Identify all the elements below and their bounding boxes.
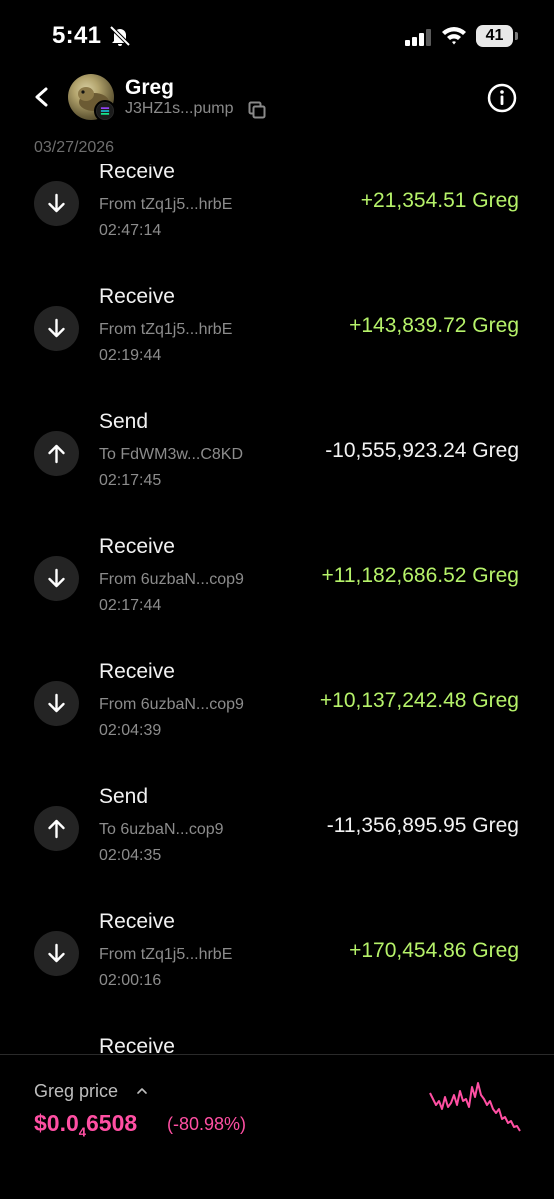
token-name: Greg bbox=[125, 76, 175, 99]
tx-type: Receive bbox=[99, 535, 175, 558]
price-label: Greg price bbox=[34, 1081, 119, 1101]
tx-time: 02:47:14 bbox=[99, 222, 162, 239]
tx-amount: -10,555,923.24 Greg bbox=[325, 439, 519, 462]
chevron-up-icon[interactable] bbox=[136, 1086, 148, 1096]
tx-party: From 6uzbaN...cop9 bbox=[99, 696, 244, 713]
arrow-down-icon bbox=[34, 181, 79, 226]
tx-time: 02:17:45 bbox=[99, 472, 162, 489]
price-change: (-80.98%) bbox=[167, 1114, 247, 1134]
price-subscript: 4 bbox=[78, 1124, 86, 1140]
arrow-down-glyph bbox=[48, 318, 65, 338]
arrow-up-icon bbox=[34, 431, 79, 476]
arrow-down-glyph bbox=[48, 193, 65, 213]
tx-party: From tZq1j5...hrbE bbox=[99, 946, 233, 963]
transaction-row[interactable]: Receive From tZq1j5...hrbE 02:47:14 +21,… bbox=[0, 160, 554, 283]
battery-indicator: 41 bbox=[476, 25, 518, 47]
copy-icon[interactable] bbox=[248, 101, 266, 119]
transaction-row[interactable]: Receive From 6uzbaN...cop9 02:04:39 +10,… bbox=[0, 658, 554, 783]
price-prefix: $0.0 bbox=[34, 1110, 79, 1136]
price-value: $0.046508 bbox=[34, 1110, 137, 1140]
arrow-down-icon bbox=[34, 681, 79, 726]
arrow-down-glyph bbox=[48, 693, 65, 713]
tx-amount: +143,839.72 Greg bbox=[349, 314, 519, 337]
bell-slash-icon bbox=[109, 25, 131, 47]
arrow-up-glyph bbox=[48, 444, 65, 464]
tx-type: Receive bbox=[99, 910, 175, 933]
tx-type: Receive bbox=[99, 660, 175, 683]
tx-time: 02:04:39 bbox=[99, 722, 162, 739]
price-panel[interactable]: Greg price $0.046508 (-80.98%) bbox=[0, 1054, 554, 1199]
tx-type: Send bbox=[99, 410, 149, 433]
back-button[interactable] bbox=[28, 82, 56, 112]
status-time: 5:41 bbox=[52, 22, 102, 49]
tx-type: Receive bbox=[99, 1035, 175, 1055]
solana-badge-icon bbox=[94, 100, 116, 122]
tx-party: To FdWM3w...C8KD bbox=[99, 446, 244, 463]
tx-amount: +170,454.86 Greg bbox=[349, 939, 519, 962]
arrow-up-glyph bbox=[48, 819, 65, 839]
price-sparkline bbox=[429, 1082, 521, 1132]
tx-party: To 6uzbaN...cop9 bbox=[99, 821, 224, 838]
wifi-icon bbox=[442, 27, 466, 45]
transaction-row[interactable]: Receive bbox=[0, 1033, 554, 1055]
arrow-down-glyph bbox=[48, 943, 65, 963]
tx-time: 02:04:35 bbox=[99, 847, 162, 864]
tx-party: From tZq1j5...hrbE bbox=[99, 196, 233, 213]
tx-time: 02:17:44 bbox=[99, 597, 162, 614]
tx-party: From 6uzbaN...cop9 bbox=[99, 571, 244, 588]
transaction-row[interactable]: Receive From tZq1j5...hrbE 02:00:16 +170… bbox=[0, 908, 554, 1033]
transaction-list[interactable]: Receive From tZq1j5...hrbE 02:47:14 +21,… bbox=[0, 155, 554, 1055]
info-button[interactable] bbox=[487, 83, 517, 113]
tx-amount: +11,182,686.52 Greg bbox=[321, 564, 519, 587]
tx-time: 02:00:16 bbox=[99, 972, 162, 989]
battery-level: 41 bbox=[476, 25, 513, 47]
battery-cap bbox=[515, 32, 518, 40]
arrow-down-glyph bbox=[48, 568, 65, 588]
transaction-row[interactable]: Receive From tZq1j5...hrbE 02:19:44 +143… bbox=[0, 283, 554, 408]
tx-amount: +10,137,242.48 Greg bbox=[319, 689, 519, 712]
tx-type: Send bbox=[99, 785, 149, 808]
price-suffix: 6508 bbox=[86, 1110, 138, 1136]
tx-amount: +21,354.51 Greg bbox=[360, 189, 519, 212]
transaction-row[interactable]: Receive From 6uzbaN...cop9 02:17:44 +11,… bbox=[0, 533, 554, 658]
transaction-row[interactable]: Send To 6uzbaN...cop9 02:04:35 -11,356,8… bbox=[0, 783, 554, 908]
transaction-row[interactable]: Send To FdWM3w...C8KD 02:17:45 -10,555,9… bbox=[0, 408, 554, 533]
tx-party: From tZq1j5...hrbE bbox=[99, 321, 233, 338]
arrow-down-icon bbox=[34, 556, 79, 601]
cell-signal-icon bbox=[405, 29, 431, 46]
tx-amount: -11,356,895.95 Greg bbox=[326, 814, 519, 837]
arrow-up-icon bbox=[34, 806, 79, 851]
status-bar: 5:41 41 bbox=[0, 0, 554, 72]
tx-type: Receive bbox=[99, 285, 175, 308]
tx-type: Receive bbox=[99, 160, 175, 183]
arrow-down-icon bbox=[34, 931, 79, 976]
token-address: J3HZ1s...pump bbox=[125, 100, 234, 117]
arrow-down-icon bbox=[34, 306, 79, 351]
tx-time: 02:19:44 bbox=[99, 347, 162, 364]
